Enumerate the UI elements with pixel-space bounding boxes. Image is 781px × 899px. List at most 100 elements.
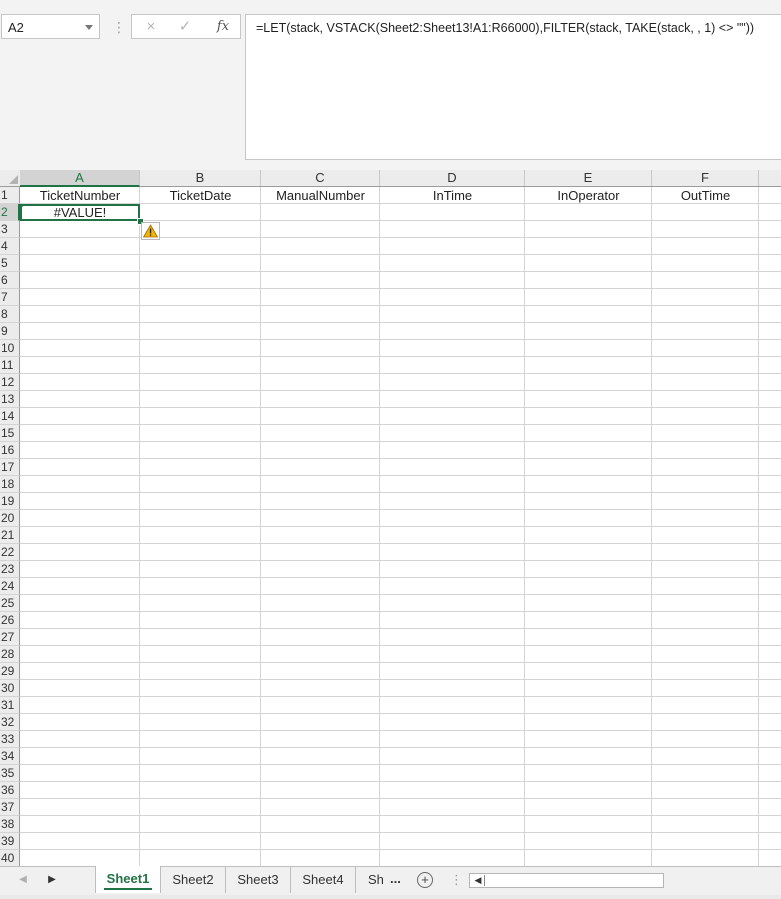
gridline	[20, 645, 781, 646]
row-header-26[interactable]: 26	[0, 612, 20, 629]
column-header-g-partial[interactable]	[759, 170, 781, 186]
horizontal-scrollbar[interactable]: ◀	[469, 873, 664, 888]
row-header-4[interactable]: 4	[0, 238, 20, 255]
row-header-10[interactable]: 10	[0, 340, 20, 357]
row-header-3[interactable]: 3	[0, 221, 20, 238]
gridline	[20, 713, 781, 714]
worksheet-grid: A B C D E F 1 2 3 4 5 6 7 8 9 10 11 12 13 14 15 16 17 18 1…	[0, 170, 781, 866]
sheet-tab-partial[interactable]: Sh	[356, 867, 386, 893]
gridline	[20, 509, 781, 510]
scrollbar-thumb[interactable]	[484, 875, 485, 886]
row-header-31[interactable]: 31	[0, 697, 20, 714]
row-header-17[interactable]: 17	[0, 459, 20, 476]
row-header-20[interactable]: 20	[0, 510, 20, 527]
row-header-13[interactable]: 13	[0, 391, 20, 408]
scroll-left-icon[interactable]: ◀	[473, 874, 483, 887]
cell-area[interactable]: TicketNumber TicketDate ManualNumber InT…	[20, 187, 781, 866]
gridline	[20, 458, 781, 459]
row-header-5[interactable]: 5	[0, 255, 20, 272]
chevron-down-icon[interactable]	[85, 25, 93, 30]
column-header-c[interactable]: C	[261, 170, 380, 186]
row-header-22[interactable]: 22	[0, 544, 20, 561]
row-header-38[interactable]: 38	[0, 816, 20, 833]
gridline	[20, 730, 781, 731]
enter-icon[interactable]: ✓	[170, 15, 200, 38]
gridline	[20, 288, 781, 289]
cell-b1[interactable]: TicketDate	[140, 187, 261, 204]
function-icon[interactable]: fx	[208, 15, 238, 38]
row-header-30[interactable]: 30	[0, 680, 20, 697]
row-header-24[interactable]: 24	[0, 578, 20, 595]
row-header-40[interactable]: 40	[0, 850, 20, 866]
sheet-tab-sheet2[interactable]: Sheet2	[161, 867, 226, 893]
gridline	[20, 747, 781, 748]
column-header-d[interactable]: D	[380, 170, 525, 186]
gridline	[20, 271, 781, 272]
row-header-19[interactable]: 19	[0, 493, 20, 510]
row-header-37[interactable]: 37	[0, 799, 20, 816]
row-header-33[interactable]: 33	[0, 731, 20, 748]
cell-d1[interactable]: InTime	[380, 187, 525, 204]
row-header-9[interactable]: 9	[0, 323, 20, 340]
row-header-23[interactable]: 23	[0, 561, 20, 578]
select-all-button[interactable]	[0, 170, 21, 186]
row-header-11[interactable]: 11	[0, 357, 20, 374]
row-header-27[interactable]: 27	[0, 629, 20, 646]
column-header-e[interactable]: E	[525, 170, 652, 186]
name-box-value: A2	[8, 20, 24, 35]
row-header-39[interactable]: 39	[0, 833, 20, 850]
row-header-15[interactable]: 15	[0, 425, 20, 442]
add-sheet-icon[interactable]: +	[417, 872, 433, 888]
sheet-tab-bar: ◀ ▶ Sheet1 Sheet2 Sheet3 Sheet4 Sh ... +…	[0, 866, 781, 895]
gridline	[20, 492, 781, 493]
row-header-7[interactable]: 7	[0, 289, 20, 306]
formula-input[interactable]: =LET(stack, VSTACK(Sheet2:Sheet13!A1:R66…	[245, 14, 781, 160]
column-header-a[interactable]: A	[20, 170, 140, 187]
formula-bar-resize-dots-icon[interactable]: ⋮	[112, 18, 126, 36]
sheet-tab-label: Sheet1	[106, 871, 150, 886]
column-header-f[interactable]: F	[652, 170, 759, 186]
row-header-2[interactable]: 2	[0, 204, 20, 221]
row-header-34[interactable]: 34	[0, 748, 20, 765]
row-header-35[interactable]: 35	[0, 765, 20, 782]
row-header-6[interactable]: 6	[0, 272, 20, 289]
row-header-28[interactable]: 28	[0, 646, 20, 663]
error-warning-button[interactable]	[141, 222, 160, 240]
row-header-12[interactable]: 12	[0, 374, 20, 391]
row-header-18[interactable]: 18	[0, 476, 20, 493]
row-header-29[interactable]: 29	[0, 663, 20, 680]
cell-c1[interactable]: ManualNumber	[261, 187, 380, 204]
sheet-tab-sheet4[interactable]: Sheet4	[291, 867, 356, 893]
column-header-b[interactable]: B	[140, 170, 261, 186]
formula-bar-area: A2 ⋮ × ✓ fx =LET(stack, VSTACK(Sheet2:Sh…	[0, 0, 781, 170]
scroll-tabs-right-icon[interactable]: ▶	[46, 873, 58, 887]
name-box[interactable]: A2	[1, 14, 100, 39]
row-header-16[interactable]: 16	[0, 442, 20, 459]
gridline	[20, 526, 781, 527]
row-header-32[interactable]: 32	[0, 714, 20, 731]
sheet-tab-sheet3[interactable]: Sheet3	[226, 867, 291, 893]
row-header-36[interactable]: 36	[0, 782, 20, 799]
more-tabs-ellipsis[interactable]: ...	[390, 867, 406, 893]
gridline	[20, 543, 781, 544]
cell-f1[interactable]: OutTime	[652, 187, 759, 204]
gridline	[20, 781, 781, 782]
cell-e1[interactable]: InOperator	[525, 187, 652, 204]
row-header-25[interactable]: 25	[0, 595, 20, 612]
gridline	[20, 390, 781, 391]
scroll-tabs-left-icon[interactable]: ◀	[17, 873, 29, 887]
active-cell-border	[20, 204, 140, 221]
formula-bar-buttons: × ✓ fx	[131, 14, 241, 39]
row-header-21[interactable]: 21	[0, 527, 20, 544]
warning-icon	[142, 224, 159, 238]
row-header-8[interactable]: 8	[0, 306, 20, 323]
row-header-14[interactable]: 14	[0, 408, 20, 425]
sheet-tab-sheet1[interactable]: Sheet1	[95, 866, 161, 893]
row-header-1[interactable]: 1	[0, 187, 20, 204]
tab-split-handle-icon[interactable]: ⋮	[450, 872, 463, 888]
cancel-icon[interactable]: ×	[136, 15, 166, 38]
formula-text: =LET(stack, VSTACK(Sheet2:Sheet13!A1:R66…	[256, 21, 755, 35]
cell-a1[interactable]: TicketNumber	[20, 187, 140, 204]
gridline	[20, 339, 781, 340]
gridline	[20, 815, 781, 816]
